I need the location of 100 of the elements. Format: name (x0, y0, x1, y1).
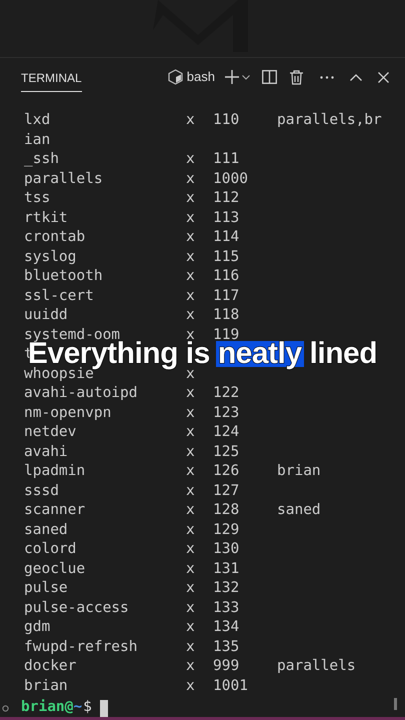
user-name: pulse (24, 580, 68, 596)
group-id: 131 (213, 560, 240, 576)
password-mark: x (186, 404, 195, 420)
group-id: 130 (213, 541, 240, 557)
password-mark: x (186, 678, 195, 694)
password-mark: x (186, 268, 195, 284)
member-list: brian (277, 463, 321, 479)
user-name: saned (24, 522, 68, 538)
password-mark: x (186, 112, 195, 128)
user-name: avahi-autoipd (24, 385, 138, 401)
password-mark: x (186, 326, 195, 342)
member-list: parallels,br (277, 112, 382, 128)
group-id: 1001 (213, 678, 248, 694)
password-mark: x (186, 248, 195, 264)
password-mark: x (186, 424, 195, 440)
group-id: 134 (213, 619, 240, 635)
close-icon[interactable] (378, 72, 389, 82)
group-id: 114 (213, 229, 240, 245)
user-name: netdev (24, 424, 76, 440)
user-name: systemd-oom (24, 326, 120, 342)
group-id: 133 (213, 600, 240, 616)
user-name: nm-openvpn (24, 404, 112, 420)
password-mark: x (186, 366, 195, 382)
user-name: crontab (24, 229, 86, 245)
group-id: 129 (213, 522, 240, 538)
cube-icon (168, 69, 183, 85)
user-name: avahi (24, 444, 68, 460)
group-id: 115 (213, 248, 240, 264)
user-name: fwupd-refresh (24, 638, 138, 654)
group-id: 128 (213, 502, 240, 518)
prompt-path: ~ (73, 698, 82, 718)
caption-text: lined (310, 341, 378, 367)
group-id: 135 (213, 638, 240, 654)
highlighted-caption-word: neatly (216, 341, 304, 367)
circle-icon (2, 704, 9, 712)
password-mark: x (186, 580, 195, 596)
password-mark: x (186, 210, 195, 226)
member-list: parallels (277, 658, 356, 674)
text-cursor (100, 700, 108, 716)
chevron-up-icon[interactable] (350, 74, 362, 80)
terminal-tab[interactable]: TERMINAL (21, 62, 82, 92)
group-id: 113 (213, 210, 240, 226)
group-id: 123 (213, 404, 240, 420)
group-id: 117 (213, 288, 240, 304)
user-name: lxd (24, 112, 50, 128)
chevron-down-icon[interactable] (242, 74, 250, 80)
split-icon[interactable] (262, 70, 277, 84)
group-id: 112 (213, 190, 240, 206)
password-mark: x (186, 385, 195, 401)
user-name: colord (24, 541, 76, 557)
group-id: 110 (213, 112, 240, 128)
plus-icon[interactable] (225, 70, 239, 84)
more-icon[interactable] (320, 76, 334, 78)
group-id: 1000 (213, 170, 248, 186)
prompt-symbol: $ (83, 698, 92, 718)
group-id: 124 (213, 424, 240, 440)
group-id: 126 (213, 463, 240, 479)
group-id: 132 (213, 580, 240, 596)
group-id: 118 (213, 307, 240, 323)
password-mark: x (186, 600, 195, 616)
group-id: 127 (213, 482, 240, 498)
user-name: gdm (24, 619, 50, 635)
group-id: 122 (213, 385, 240, 401)
password-mark: x (186, 170, 195, 186)
password-mark: x (186, 151, 195, 167)
trash-icon[interactable] (290, 70, 303, 84)
password-mark: x (186, 288, 195, 304)
user-name: scanner (24, 502, 86, 518)
user-name: geoclue (24, 560, 86, 576)
group-id: 125 (213, 444, 240, 460)
password-mark: x (186, 541, 195, 557)
user-name: docker (24, 658, 76, 674)
prompt-user: brian@ (21, 698, 74, 718)
group-id: 999 (213, 658, 240, 674)
password-mark: x (186, 638, 195, 654)
member-list: saned (277, 502, 321, 518)
password-mark: x (186, 619, 195, 635)
password-mark: x (186, 482, 195, 498)
user-name: sssd (24, 482, 59, 498)
user-name: rtkit (24, 210, 68, 226)
group-id: 116 (213, 268, 240, 284)
group-id: 119 (213, 326, 240, 342)
user-name: brian (24, 678, 68, 694)
user-name: bluetooth (24, 268, 103, 284)
password-mark: x (186, 658, 195, 674)
scrollbar-thumb (394, 698, 397, 710)
user-name: lpadmin (24, 463, 86, 479)
password-mark: x (186, 190, 195, 206)
password-mark: x (186, 444, 195, 460)
user-name: pulse-access (24, 600, 129, 616)
user-name: parallels (24, 170, 103, 186)
password-mark: x (186, 560, 195, 576)
password-mark: x (186, 463, 195, 479)
password-mark: x (186, 522, 195, 538)
user-name: ssl-cert (24, 288, 94, 304)
user-name: tss (24, 190, 50, 206)
user-name: uuidd (24, 307, 68, 323)
shell-label[interactable]: bash (186, 67, 215, 87)
group-id: 111 (213, 151, 240, 167)
user-name: _ssh (24, 151, 59, 167)
